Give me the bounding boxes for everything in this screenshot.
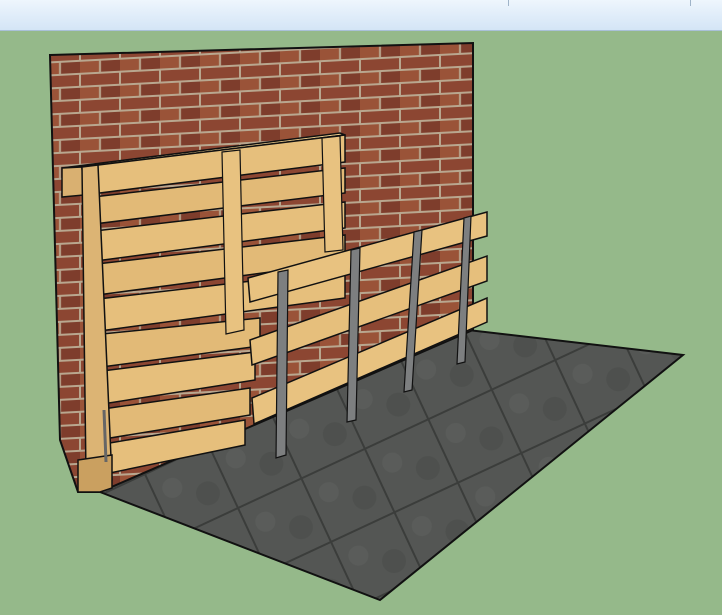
toolbar-strip [0, 0, 722, 31]
model-viewport[interactable] [0, 31, 722, 615]
scene-canvas[interactable] [0, 31, 722, 615]
toolbar-separator [508, 0, 509, 6]
toolbar-separator [690, 0, 691, 6]
